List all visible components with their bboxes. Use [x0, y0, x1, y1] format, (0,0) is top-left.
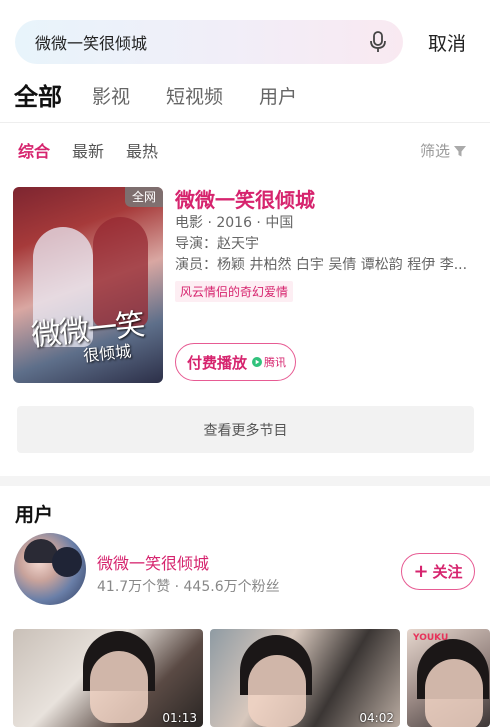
user-name[interactable]: 微微一笑很倾城: [97, 550, 209, 574]
avatar[interactable]: [14, 533, 86, 605]
result-title[interactable]: 微微一笑很倾城: [175, 187, 475, 213]
tab-film-tv[interactable]: 影视: [92, 82, 130, 112]
video-duration: 04:02: [359, 711, 394, 725]
follow-button[interactable]: + 关注: [401, 553, 475, 590]
thumbnail-figure: [90, 651, 148, 723]
video-thumbnail[interactable]: YOUKU: [407, 629, 490, 727]
follow-label: 关注: [432, 563, 463, 581]
network-badge: 全网: [125, 187, 163, 207]
play-provider-label: 腾讯: [264, 356, 287, 369]
tab-bar: 全部 影视 短视频 用户: [14, 82, 333, 112]
section-separator: [0, 476, 490, 486]
search-input[interactable]: 微微一笑很倾城: [35, 30, 147, 54]
users-section-heading: 用户: [15, 504, 54, 526]
tab-all[interactable]: 全部: [14, 82, 62, 112]
video-thumbnail[interactable]: 01:13: [13, 629, 203, 727]
play-label: 付费播放: [187, 353, 248, 372]
result-info: 微微一笑很倾城 电影 · 2016 · 中国 导演：赵天宇 演员：杨颖 井柏然 …: [175, 187, 475, 302]
result-director: 导演：赵天宇: [175, 236, 259, 252]
search-bar[interactable]: 微微一笑很倾城: [15, 20, 403, 64]
filter-button[interactable]: 筛选: [420, 140, 467, 161]
video-duration: 01:13: [162, 711, 197, 725]
tab-short-video[interactable]: 短视频: [166, 82, 223, 112]
result-tag: 风云情侣的奇幻爱情: [175, 281, 294, 302]
tab-divider: [0, 122, 490, 123]
cancel-button[interactable]: 取消: [428, 29, 466, 56]
thumbnail-figure: [248, 655, 306, 727]
result-meta: 电影 · 2016 · 中国: [175, 215, 294, 231]
play-provider-icon: [252, 357, 263, 367]
avatar-detail: [52, 547, 82, 577]
poster-subtitle-art: 很倾城: [82, 341, 133, 366]
poster-image[interactable]: 微微一笑 很倾城 全网: [13, 187, 163, 383]
video-thumbnail[interactable]: 04:02: [210, 629, 400, 727]
filter-icon: [454, 145, 467, 156]
paid-play-button[interactable]: 付费播放 腾讯: [175, 343, 296, 381]
sort-newest[interactable]: 最新: [72, 138, 104, 162]
result-cast: 演员：杨颖 井柏然 白宇 吴倩 谭松韵 程伊 李...: [175, 257, 468, 273]
sort-comprehensive[interactable]: 综合: [18, 138, 50, 162]
sort-options: 综合 最新 最热: [18, 138, 180, 162]
sort-hottest[interactable]: 最热: [126, 138, 158, 162]
thumbnail-figure: [425, 659, 483, 727]
mic-icon[interactable]: [369, 31, 387, 53]
filter-label: 筛选: [420, 142, 451, 160]
tab-users[interactable]: 用户: [259, 82, 297, 112]
user-stats: 41.7万个赞 · 445.6万个粉丝: [97, 579, 280, 595]
more-programs-button[interactable]: 查看更多节目: [17, 406, 474, 453]
plus-icon: +: [413, 561, 429, 582]
